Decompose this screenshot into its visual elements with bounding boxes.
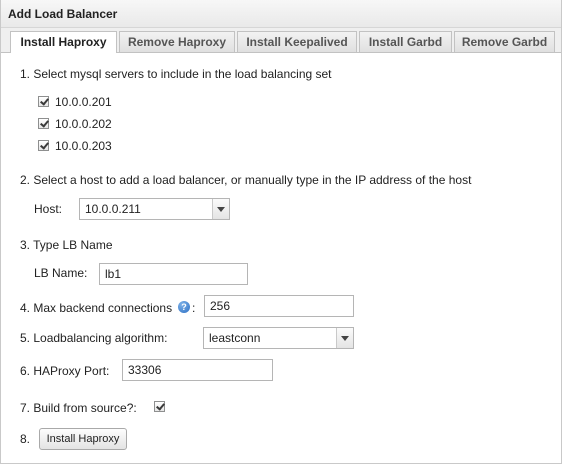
dialog-title: Add Load Balancer — [1, 0, 561, 28]
step1-label: 1. Select mysql servers to include in th… — [20, 67, 332, 81]
add-load-balancer-dialog: Add Load Balancer Install Haproxy Remove… — [0, 0, 562, 464]
chevron-down-icon[interactable] — [212, 199, 229, 219]
server-2-checkbox[interactable] — [38, 118, 49, 129]
server-1-checkbox[interactable] — [38, 96, 49, 107]
step4-label: 4. Max backend connections — [20, 301, 173, 315]
tab-install-haproxy[interactable]: Install Haproxy — [10, 31, 117, 53]
step4-colon: : — [192, 301, 196, 315]
step6-label: 6. HAProxy Port: — [20, 364, 110, 378]
max-backend-connections-input[interactable] — [204, 295, 354, 317]
chevron-down-icon[interactable] — [336, 328, 353, 348]
server-3-label: 10.0.0.203 — [55, 139, 112, 153]
host-label: Host: — [34, 202, 63, 216]
install-haproxy-form: 1. Select mysql servers to include in th… — [1, 53, 561, 463]
host-select[interactable]: 10.0.0.211 — [79, 198, 230, 220]
step3-label: 3. Type LB Name — [20, 238, 113, 252]
server-2-label: 10.0.0.202 — [55, 117, 112, 131]
algorithm-select-value: leastconn — [209, 331, 261, 345]
algorithm-select[interactable]: leastconn — [203, 327, 354, 349]
tab-remove-garbd[interactable]: Remove Garbd — [454, 31, 555, 52]
tab-bar: Install Haproxy Remove Haproxy Install K… — [1, 28, 561, 53]
host-select-value: 10.0.0.211 — [85, 202, 141, 216]
step7-label: 7. Build from source?: — [20, 401, 137, 415]
step5-label: 5. Loadbalancing algorithm: — [20, 331, 168, 345]
tab-remove-haproxy[interactable]: Remove Haproxy — [119, 31, 235, 52]
tab-install-keepalived[interactable]: Install Keepalived — [237, 31, 357, 52]
step2-label: 2. Select a host to add a load balancer,… — [20, 173, 472, 187]
lb-name-input[interactable] — [99, 263, 248, 285]
server-3-checkbox[interactable] — [38, 140, 49, 151]
tab-install-garbd[interactable]: Install Garbd — [359, 31, 452, 52]
step8-label: 8. — [20, 432, 31, 446]
haproxy-port-input[interactable] — [122, 359, 273, 381]
server-1-label: 10.0.0.201 — [55, 95, 112, 109]
build-from-source-checkbox[interactable] — [154, 401, 165, 412]
install-haproxy-button[interactable]: Install Haproxy — [39, 428, 127, 450]
help-icon[interactable]: ? — [178, 301, 190, 313]
lb-name-label: LB Name: — [34, 266, 88, 280]
